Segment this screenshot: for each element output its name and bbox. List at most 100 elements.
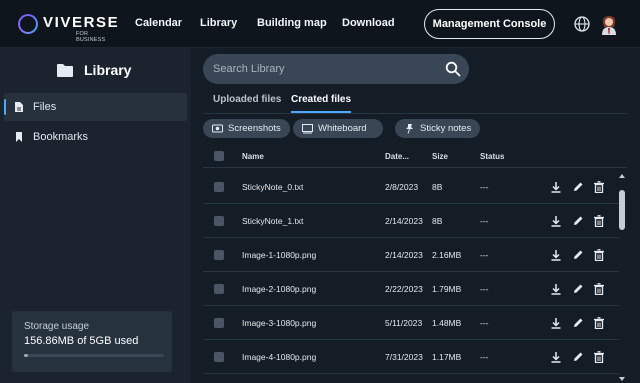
delete-icon[interactable] bbox=[593, 283, 605, 295]
delete-icon[interactable] bbox=[593, 215, 605, 227]
file-status: --- bbox=[480, 250, 489, 260]
file-size: 1.48MB bbox=[432, 318, 462, 328]
filter-chip-label: Screenshots bbox=[228, 123, 281, 134]
file-status: --- bbox=[480, 318, 489, 328]
whiteboard-icon bbox=[302, 124, 313, 134]
download-icon[interactable] bbox=[550, 283, 562, 295]
file-name: Image-2-1080p.png bbox=[242, 284, 317, 294]
storage-usage-card: Storage usage 156.86MB of 5GB used bbox=[12, 311, 172, 372]
column-header-name[interactable]: Name bbox=[242, 152, 264, 161]
delete-icon[interactable] bbox=[593, 181, 605, 193]
globe-icon[interactable] bbox=[573, 15, 591, 33]
row-checkbox[interactable] bbox=[214, 216, 224, 226]
file-icon bbox=[15, 102, 23, 112]
file-status: --- bbox=[480, 284, 489, 294]
storage-usage-fill bbox=[24, 354, 29, 357]
viverse-logo[interactable]: VIVERSE FOR BUSINESS bbox=[16, 10, 120, 43]
file-name: Image-3-1080p.png bbox=[242, 318, 317, 328]
delete-icon[interactable] bbox=[593, 351, 605, 363]
row-checkbox[interactable] bbox=[214, 352, 224, 362]
sidebar-item-label: Bookmarks bbox=[33, 131, 89, 143]
edit-icon[interactable] bbox=[572, 249, 584, 261]
table-scrollbar[interactable] bbox=[617, 172, 627, 383]
nav-link-building-map[interactable]: Building map bbox=[257, 17, 327, 29]
table-row[interactable]: Image-2-1080p.png 2/22/2023 1.79MB --- bbox=[203, 272, 619, 306]
file-status: --- bbox=[480, 216, 489, 226]
nav-link-calendar[interactable]: Calendar bbox=[135, 17, 182, 29]
main-content: Uploaded files Created files Screenshots… bbox=[191, 48, 640, 383]
search-icon[interactable] bbox=[445, 61, 461, 77]
row-checkbox[interactable] bbox=[214, 318, 224, 328]
management-console-button[interactable]: Management Console bbox=[424, 9, 555, 39]
select-all-checkbox[interactable] bbox=[214, 151, 224, 161]
table-row[interactable]: Image-4-1080p.png 7/31/2023 1.17MB --- bbox=[203, 340, 619, 374]
download-icon[interactable] bbox=[550, 181, 562, 193]
download-icon[interactable] bbox=[550, 317, 562, 329]
edit-icon[interactable] bbox=[572, 215, 584, 227]
scroll-down-arrow-icon[interactable] bbox=[619, 377, 625, 381]
sidebar: Library Files Bookmarks Storage usage 15… bbox=[0, 48, 191, 383]
table-row[interactable]: Image-3-1080p.png 5/11/2023 1.48MB --- bbox=[203, 306, 619, 340]
top-navigation: VIVERSE FOR BUSINESS Calendar Library Bu… bbox=[0, 0, 640, 48]
tab-created-files[interactable]: Created files bbox=[291, 94, 352, 113]
column-header-status[interactable]: Status bbox=[480, 152, 504, 161]
scrollbar-thumb[interactable] bbox=[619, 190, 625, 230]
folder-icon bbox=[57, 63, 73, 77]
sidebar-item-label: Files bbox=[33, 101, 57, 113]
filter-chip-label: Whiteboard bbox=[318, 123, 367, 134]
filter-chip-label: Sticky notes bbox=[420, 123, 472, 134]
row-checkbox[interactable] bbox=[214, 284, 224, 294]
download-icon[interactable] bbox=[550, 215, 562, 227]
sidebar-item-bookmarks[interactable]: Bookmarks bbox=[4, 123, 187, 151]
row-checkbox[interactable] bbox=[214, 250, 224, 260]
logo-brand: VIVERSE bbox=[43, 14, 120, 31]
file-date: 2/8/2023 bbox=[385, 182, 419, 192]
filter-chip-whiteboard[interactable]: Whiteboard bbox=[293, 119, 383, 138]
file-date: 5/11/2023 bbox=[385, 318, 423, 328]
filter-chip-sticky-notes[interactable]: Sticky notes bbox=[395, 119, 481, 138]
download-icon[interactable] bbox=[550, 249, 562, 261]
column-header-size[interactable]: Size bbox=[432, 152, 448, 161]
file-status: --- bbox=[480, 182, 489, 192]
nav-link-download[interactable]: Download bbox=[342, 17, 395, 29]
sidebar-title: Library bbox=[56, 62, 131, 78]
storage-usage-label: Storage usage bbox=[24, 321, 90, 332]
file-status: --- bbox=[480, 352, 489, 362]
file-name: Image-4-1080p.png bbox=[242, 352, 317, 362]
table-row[interactable]: StickyNote_0.txt 2/8/2023 8B --- bbox=[203, 170, 619, 204]
file-size: 1.17MB bbox=[432, 352, 462, 362]
user-avatar-icon[interactable] bbox=[599, 13, 619, 35]
search-input[interactable] bbox=[213, 54, 433, 84]
delete-icon[interactable] bbox=[593, 317, 605, 329]
file-date: 2/14/2023 bbox=[385, 250, 423, 260]
table-header: Name Date... Size Status bbox=[203, 146, 627, 168]
file-size: 1.79MB bbox=[432, 284, 462, 294]
file-size: 8B bbox=[432, 216, 443, 226]
scroll-up-arrow-icon[interactable] bbox=[619, 174, 625, 178]
file-name: StickyNote_0.txt bbox=[242, 182, 304, 192]
storage-usage-value: 156.86MB of 5GB used bbox=[24, 335, 139, 347]
file-name: Image-1-1080p.png bbox=[242, 250, 317, 260]
nav-link-library[interactable]: Library bbox=[200, 17, 237, 29]
screenshot-icon bbox=[212, 124, 223, 133]
logo-subtitle: FOR BUSINESS bbox=[76, 31, 106, 43]
download-icon[interactable] bbox=[550, 351, 562, 363]
table-row[interactable]: Image-1-1080p.png 2/14/2023 2.16MB --- bbox=[203, 238, 619, 272]
sidebar-item-files[interactable]: Files bbox=[4, 93, 187, 121]
edit-icon[interactable] bbox=[572, 181, 584, 193]
edit-icon[interactable] bbox=[572, 283, 584, 295]
file-date: 2/14/2023 bbox=[385, 216, 423, 226]
search-bar bbox=[203, 54, 469, 84]
column-header-date[interactable]: Date... bbox=[385, 152, 409, 161]
file-date: 7/31/2023 bbox=[385, 352, 423, 362]
delete-icon[interactable] bbox=[593, 249, 605, 261]
table-row[interactable]: StickyNote_1.txt 2/14/2023 8B --- bbox=[203, 204, 619, 238]
row-checkbox[interactable] bbox=[214, 182, 224, 192]
filter-chip-screenshots[interactable]: Screenshots bbox=[203, 119, 290, 138]
edit-icon[interactable] bbox=[572, 351, 584, 363]
file-size: 2.16MB bbox=[432, 250, 462, 260]
file-date: 2/22/2023 bbox=[385, 284, 423, 294]
file-size: 8B bbox=[432, 182, 443, 192]
tab-uploaded-files[interactable]: Uploaded files bbox=[213, 94, 281, 111]
edit-icon[interactable] bbox=[572, 317, 584, 329]
